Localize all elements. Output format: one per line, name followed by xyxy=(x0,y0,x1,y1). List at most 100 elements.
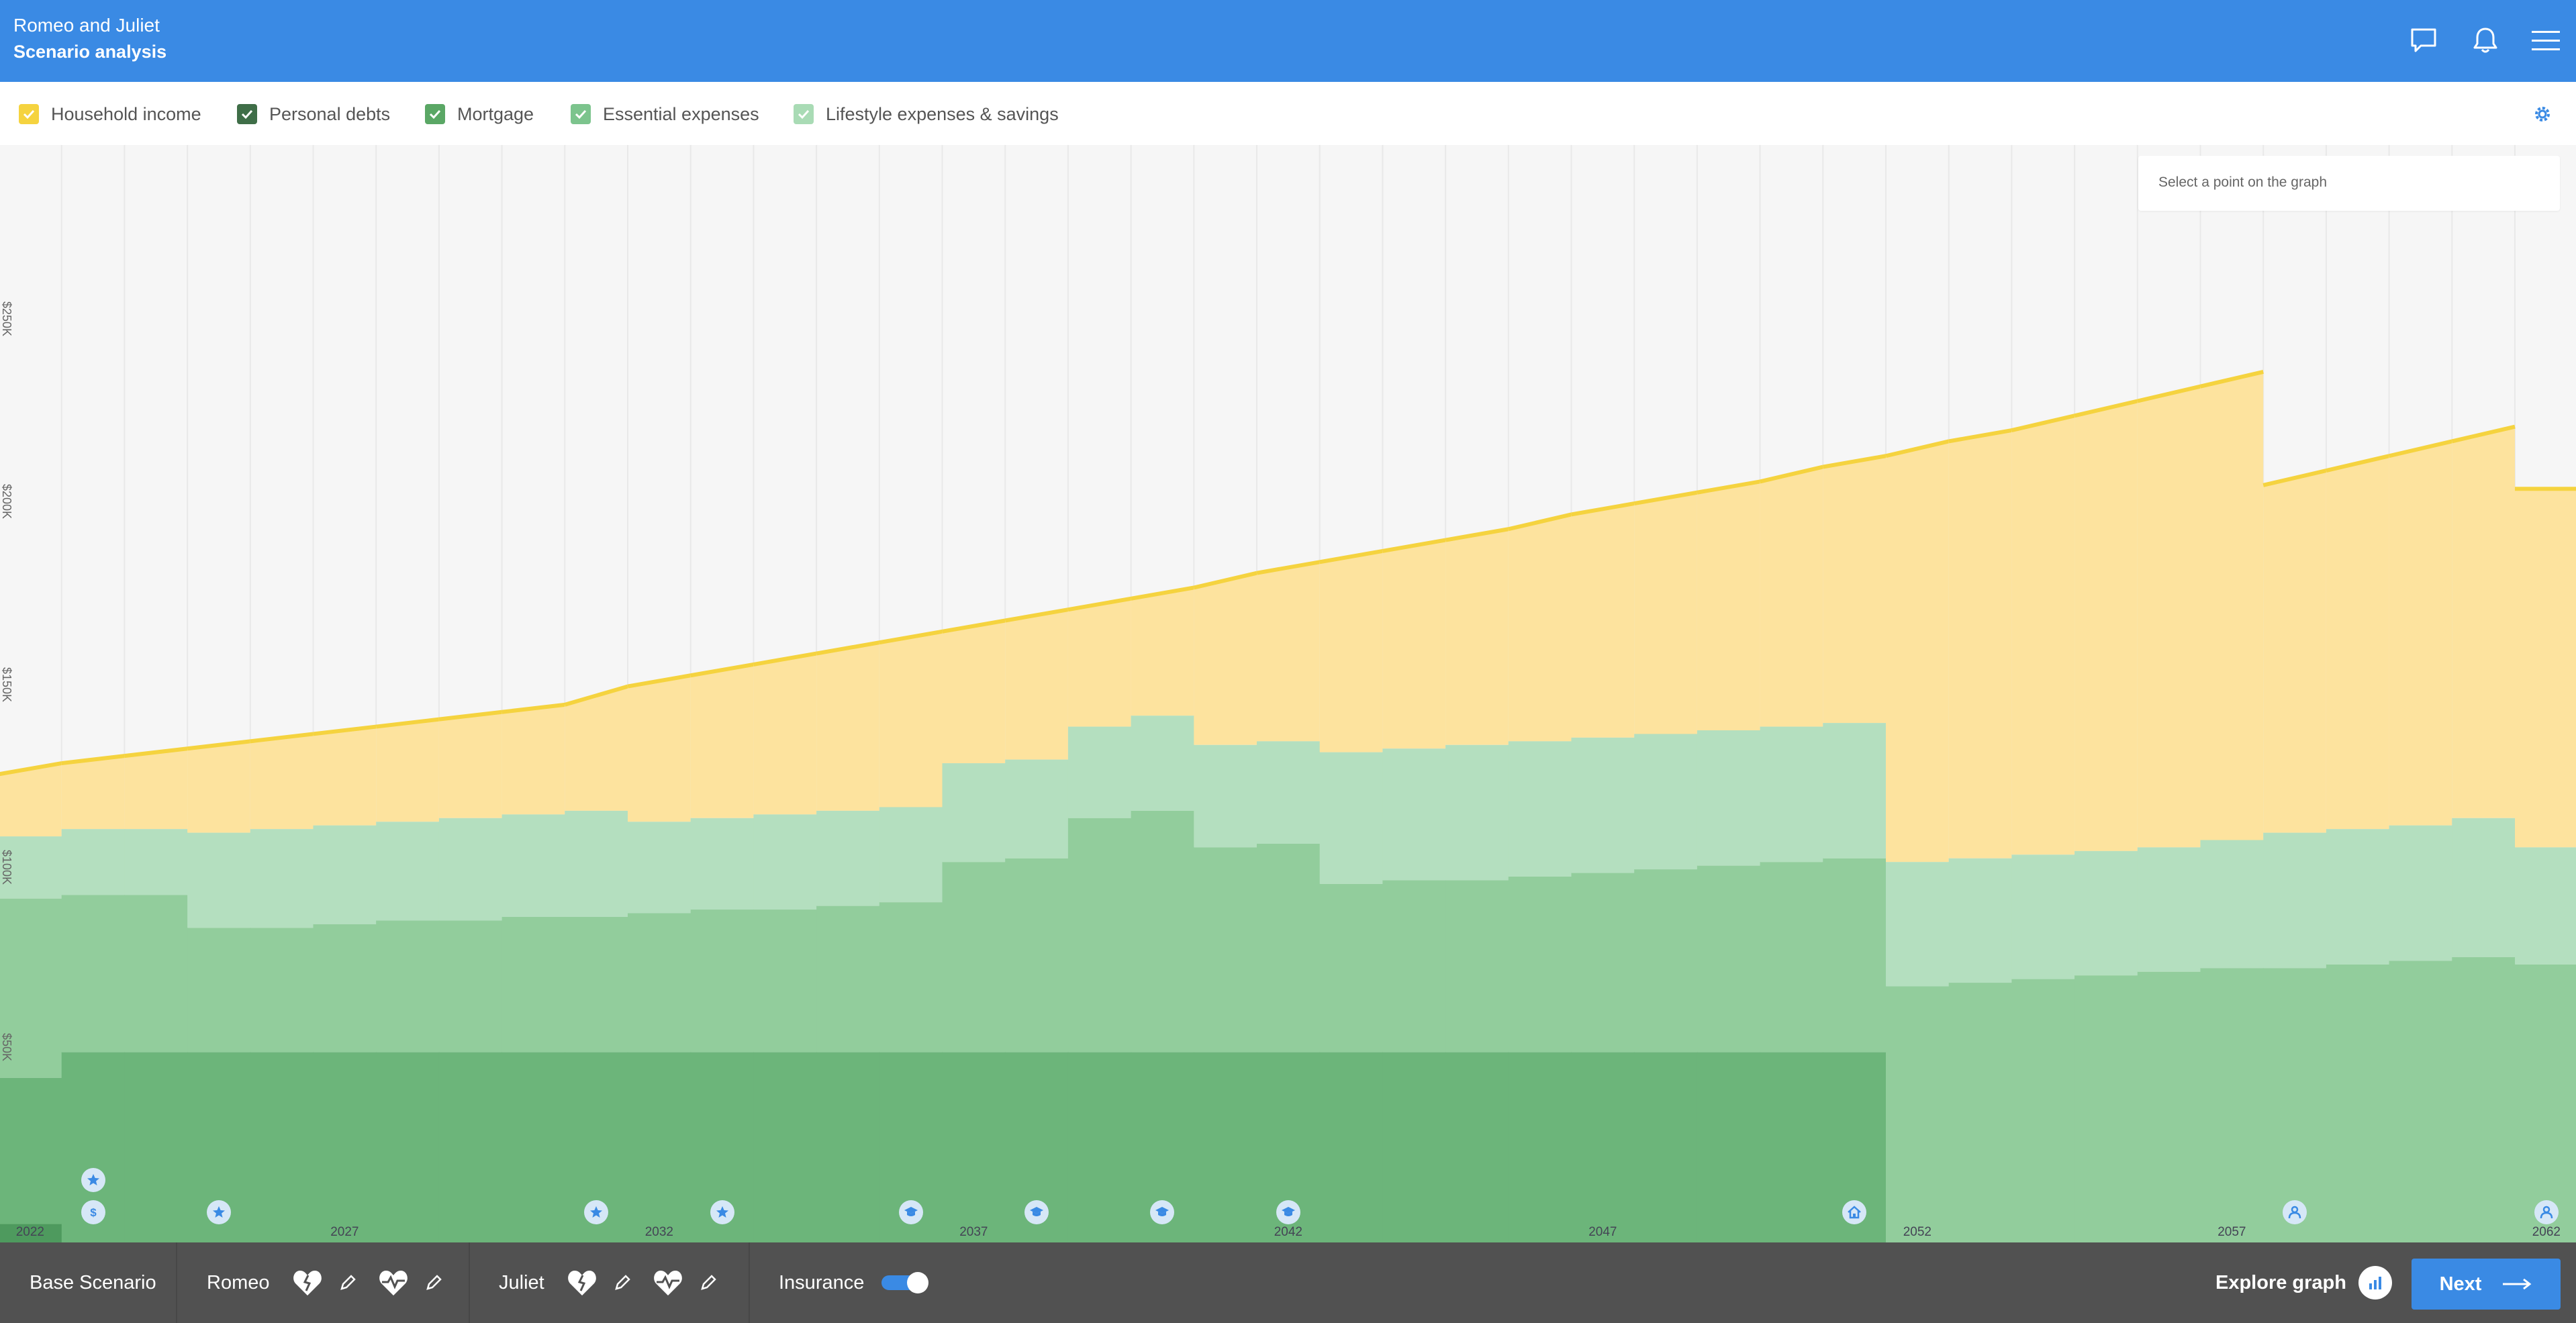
chat-icon[interactable] xyxy=(2403,20,2444,60)
broken-heart-icon[interactable] xyxy=(563,1264,601,1302)
essential-bar-2045 xyxy=(1445,880,1509,1052)
lifestyle-bar-2034 xyxy=(753,814,817,910)
legend-toggle-lifestyle-expenses[interactable]: Lifestyle expenses & savings xyxy=(794,102,1059,126)
lifestyle-bar-2059 xyxy=(2326,829,2390,965)
legend-toggle-household-income[interactable]: Household income xyxy=(19,102,201,126)
graduation-cap-icon[interactable] xyxy=(1276,1200,1300,1224)
chart-canvas[interactable] xyxy=(0,145,2576,1242)
legend-label: Household income xyxy=(51,103,201,124)
insurance-label: Insurance xyxy=(779,1271,865,1293)
checkbox-checked-icon[interactable] xyxy=(237,104,257,124)
star-icon[interactable] xyxy=(710,1200,734,1224)
lifestyle-bar-2035 xyxy=(816,810,880,906)
legend-toggle-mortgage[interactable]: Mortgage xyxy=(425,102,534,126)
lifestyle-bar-2052 xyxy=(1886,862,1950,987)
person-icon[interactable] xyxy=(2283,1200,2307,1224)
person-romeo: Romeo xyxy=(207,1242,447,1323)
toggle-knob xyxy=(907,1272,929,1293)
mortgage-bar-2032 xyxy=(628,1052,691,1242)
house-icon[interactable] xyxy=(1842,1200,1867,1224)
income-area-2048 xyxy=(1634,492,1697,734)
essential-bar-2043 xyxy=(1319,883,1383,1052)
mortgage-bar-2028 xyxy=(376,1052,440,1242)
lifestyle-bar-2056 xyxy=(2137,847,2201,972)
edit-pencil-icon[interactable] xyxy=(609,1269,636,1296)
scenario-selector[interactable]: Base Scenario xyxy=(30,1242,156,1323)
essential-bar-2027 xyxy=(313,924,377,1052)
checkbox-checked-icon[interactable] xyxy=(794,104,814,124)
essential-bar-2052 xyxy=(1886,986,1950,1242)
lifestyle-bar-2054 xyxy=(2011,854,2075,979)
income-area-2044 xyxy=(1382,540,1446,749)
lifestyle-bar-2029 xyxy=(438,818,503,921)
mortgage-bar-2027 xyxy=(313,1052,377,1242)
essential-bar-2026 xyxy=(250,928,314,1052)
income-area-2034 xyxy=(753,653,817,815)
graduation-cap-icon[interactable] xyxy=(898,1200,923,1224)
x-tick-label: 2042 xyxy=(1274,1225,1302,1239)
lifestyle-bar-2045 xyxy=(1445,744,1509,881)
mortgage-bar-2037 xyxy=(942,1052,1006,1242)
dollar-icon[interactable]: $ xyxy=(81,1200,105,1224)
menu-icon[interactable] xyxy=(2526,20,2566,60)
mortgage-bar-2030 xyxy=(502,1052,565,1242)
checkbox-checked-icon[interactable] xyxy=(425,104,445,124)
essential-bar-2060 xyxy=(2389,961,2452,1242)
lifestyle-bar-2025 xyxy=(187,832,251,928)
insurance-toggle[interactable] xyxy=(881,1272,929,1293)
x-tick-label: 2037 xyxy=(959,1225,988,1239)
graduation-cap-icon[interactable] xyxy=(1024,1200,1049,1224)
income-area-2047 xyxy=(1571,503,1635,738)
essential-bar-2030 xyxy=(502,916,565,1052)
point-info-placeholder: Select a point on the graph xyxy=(2158,175,2328,190)
essential-bar-2055 xyxy=(2074,975,2138,1242)
income-area-2024 xyxy=(124,748,188,830)
lifestyle-bar-2039 xyxy=(1067,726,1132,818)
next-button[interactable]: Next xyxy=(2412,1259,2561,1310)
essential-bar-2024 xyxy=(124,895,188,1052)
divider xyxy=(176,1242,177,1323)
heart-rate-icon[interactable] xyxy=(649,1264,687,1302)
checkbox-checked-icon[interactable] xyxy=(19,104,39,124)
income-area-2061 xyxy=(2452,426,2515,818)
bell-icon[interactable] xyxy=(2465,20,2506,60)
star-icon[interactable] xyxy=(81,1168,105,1192)
broken-heart-icon[interactable] xyxy=(289,1264,326,1302)
lifestyle-bar-2061 xyxy=(2452,818,2516,957)
legend-toggle-essential-expenses[interactable]: Essential expenses xyxy=(571,102,759,126)
mortgage-bar-2045 xyxy=(1445,1052,1509,1242)
essential-bar-2029 xyxy=(438,920,503,1052)
explore-graph-button[interactable]: Explore graph xyxy=(2215,1242,2392,1323)
person-icon[interactable] xyxy=(2534,1200,2559,1224)
lifestyle-bar-2051 xyxy=(1823,723,1887,859)
edit-pencil-icon[interactable] xyxy=(420,1269,447,1296)
lifestyle-bar-2036 xyxy=(879,807,943,903)
essential-bar-2049 xyxy=(1697,865,1761,1052)
x-tick-label: 2027 xyxy=(330,1225,359,1239)
y-tick-label: $250K xyxy=(0,301,13,336)
heart-rate-icon[interactable] xyxy=(375,1264,412,1302)
income-area-2049 xyxy=(1697,481,1760,730)
scenario-chart[interactable] xyxy=(0,145,2576,1242)
income-area-2031 xyxy=(565,686,628,811)
star-icon[interactable] xyxy=(206,1200,231,1224)
edit-pencil-icon[interactable] xyxy=(695,1269,722,1296)
edit-pencil-icon[interactable] xyxy=(334,1269,361,1296)
essential-bar-2038 xyxy=(1005,858,1069,1052)
star-icon[interactable] xyxy=(584,1200,609,1224)
x-tick-label: 2047 xyxy=(1588,1225,1617,1239)
y-tick-label: $200K xyxy=(0,484,13,520)
essential-bar-2044 xyxy=(1382,880,1446,1052)
lifestyle-bar-2038 xyxy=(1005,759,1069,859)
essential-bar-2057 xyxy=(2200,968,2264,1242)
settings-gear-icon[interactable] xyxy=(2528,99,2557,129)
checkbox-checked-icon[interactable] xyxy=(571,104,591,124)
mortgage-bar-2024 xyxy=(124,1052,188,1242)
mortgage-bar-2050 xyxy=(1760,1052,1823,1242)
bar-chart-icon xyxy=(2358,1266,2392,1300)
legend-toggle-personal-debts[interactable]: Personal debts xyxy=(237,102,390,126)
income-area-2035 xyxy=(816,642,879,811)
lifestyle-bar-2046 xyxy=(1508,741,1572,877)
income-area-2030 xyxy=(502,704,565,815)
mortgage-bar-2029 xyxy=(438,1052,503,1242)
